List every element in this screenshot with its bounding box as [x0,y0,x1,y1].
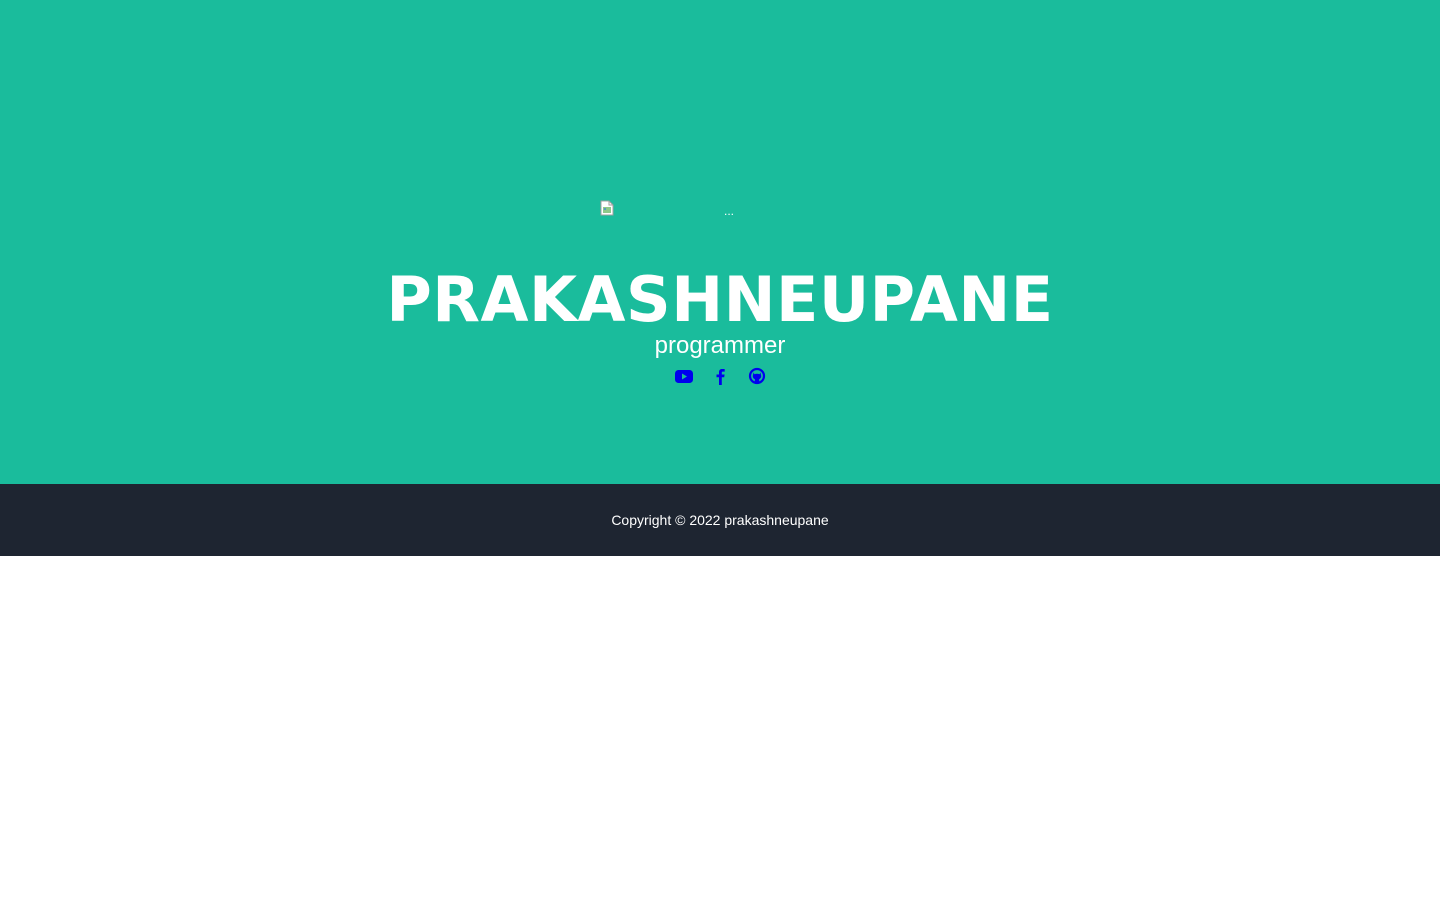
profile-image: ... [600,200,740,220]
social-links [0,366,1440,386]
hero-section: ... PRAKASHNEUPANE programmer [0,0,1440,484]
profile-role: programmer [654,332,786,359]
footer: Copyright © 2022 prakashneupane [0,484,1440,556]
youtube-icon [675,370,693,383]
facebook-link[interactable] [715,366,726,386]
facebook-icon [716,369,725,385]
youtube-link[interactable] [675,366,693,386]
github-link[interactable] [748,366,766,386]
image-alt-text: ... [724,204,735,218]
profile-name: PRAKASHNEUPANE [386,263,1054,336]
github-icon [748,367,766,385]
broken-image-icon [600,200,614,216]
copyright-text: Copyright © 2022 prakashneupane [611,512,829,528]
